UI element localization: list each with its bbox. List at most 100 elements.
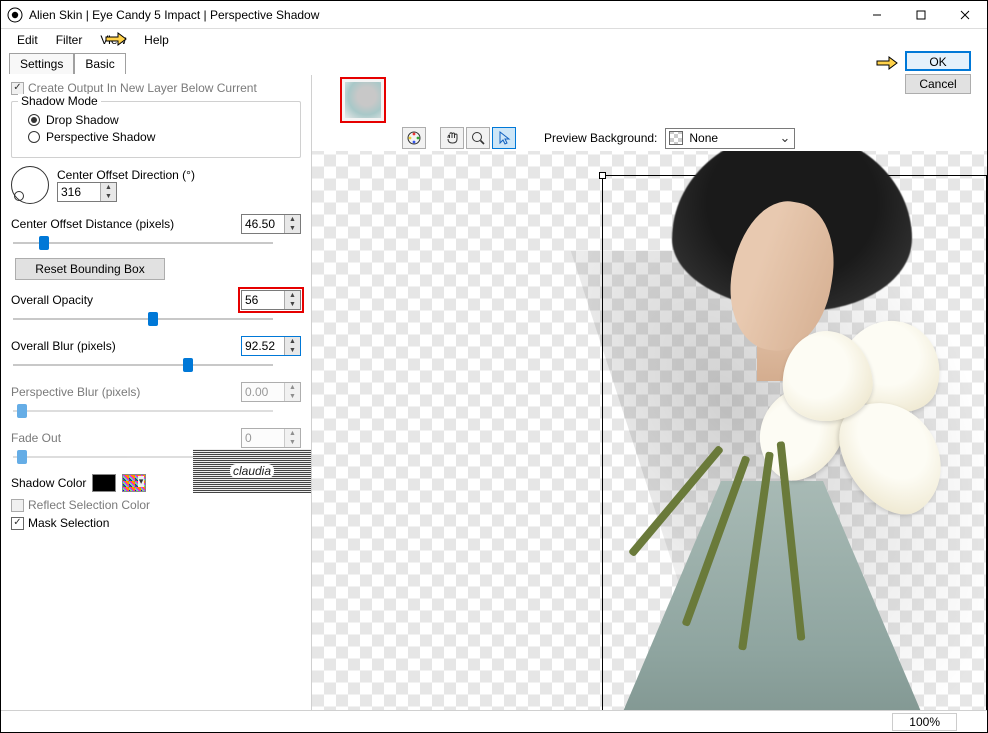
preview-bg-value: None bbox=[689, 131, 718, 145]
reflect-selection-label: Reflect Selection Color bbox=[28, 498, 150, 512]
zoom-tool-button[interactable] bbox=[466, 127, 490, 149]
radio-dot-icon bbox=[28, 131, 40, 143]
center-offset-dist-spinner[interactable]: ▲▼ bbox=[241, 214, 301, 234]
center-offset-dist-slider[interactable] bbox=[13, 236, 273, 250]
reset-bounding-box-button[interactable]: Reset Bounding Box bbox=[15, 258, 165, 280]
spin-down-icon[interactable]: ▼ bbox=[285, 300, 300, 309]
shadow-color-swatch[interactable] bbox=[92, 474, 116, 492]
radio-perspective-shadow[interactable]: Perspective Shadow bbox=[28, 130, 290, 144]
watermark: claudia bbox=[193, 449, 311, 493]
app-window: Alien Skin | Eye Candy 5 Impact | Perspe… bbox=[0, 0, 988, 733]
minimize-button[interactable] bbox=[855, 1, 899, 28]
spin-down-icon: ▼ bbox=[285, 392, 300, 401]
create-output-row: Create Output In New Layer Below Current bbox=[11, 81, 301, 95]
preview-image bbox=[612, 151, 987, 710]
overall-opacity: Overall Opacity ▲▼ bbox=[11, 290, 301, 310]
ok-button-label: OK bbox=[929, 55, 946, 69]
pointer-tool-button[interactable] bbox=[492, 127, 516, 149]
spin-down-icon[interactable]: ▼ bbox=[285, 224, 300, 233]
tutorial-pointer-icon bbox=[104, 27, 128, 47]
app-icon bbox=[7, 7, 23, 23]
perspective-blur-input bbox=[242, 383, 284, 401]
menubar: Edit Filter View Help bbox=[1, 29, 987, 51]
statusbar: 100% bbox=[1, 710, 987, 732]
shadow-color-picker[interactable] bbox=[122, 474, 146, 492]
overall-opacity-spinner[interactable]: ▲▼ bbox=[241, 290, 301, 310]
direction-knob[interactable] bbox=[11, 166, 49, 204]
window-controls bbox=[855, 1, 987, 28]
overall-blur: Overall Blur (pixels) ▲▼ bbox=[11, 336, 301, 356]
create-output-label: Create Output In New Layer Below Current bbox=[28, 81, 257, 95]
perspective-blur-label: Perspective Blur (pixels) bbox=[11, 385, 140, 399]
overall-blur-input[interactable] bbox=[242, 337, 284, 355]
spin-up-icon[interactable]: ▲ bbox=[285, 337, 300, 346]
maximize-button[interactable] bbox=[899, 1, 943, 28]
transparency-swatch-icon bbox=[669, 131, 683, 145]
preview-area: Preview Background: None bbox=[311, 75, 987, 710]
ok-button[interactable]: OK bbox=[905, 51, 971, 71]
perspective-blur-spinner: ▲▼ bbox=[241, 382, 301, 402]
overall-blur-label: Overall Blur (pixels) bbox=[11, 339, 116, 353]
preview-toolbar: Preview Background: None bbox=[312, 125, 987, 151]
preview-bg-label: Preview Background: bbox=[544, 131, 657, 145]
center-offset-dir-label: Center Offset Direction (°) bbox=[57, 168, 195, 182]
center-offset-distance: Center Offset Distance (pixels) ▲▼ bbox=[11, 214, 301, 234]
tab-settings[interactable]: Settings bbox=[9, 53, 74, 74]
close-button[interactable] bbox=[943, 1, 987, 28]
overall-blur-spinner[interactable]: ▲▼ bbox=[241, 336, 301, 356]
mask-selection-label: Mask Selection bbox=[28, 516, 109, 530]
center-offset-direction: Center Offset Direction (°) ▲▼ bbox=[11, 166, 301, 204]
preview-canvas[interactable] bbox=[312, 151, 987, 710]
fade-out-input bbox=[242, 429, 284, 447]
tab-basic[interactable]: Basic bbox=[74, 53, 125, 74]
center-offset-dist-input[interactable] bbox=[242, 215, 284, 233]
spin-up-icon: ▲ bbox=[285, 429, 300, 438]
spin-up-icon[interactable]: ▲ bbox=[285, 215, 300, 224]
shadow-mode-legend: Shadow Mode bbox=[18, 94, 101, 108]
perspective-blur: Perspective Blur (pixels) ▲▼ bbox=[11, 382, 301, 402]
radio-drop-shadow[interactable]: Drop Shadow bbox=[28, 113, 290, 127]
radio-drop-label: Drop Shadow bbox=[46, 113, 119, 127]
watermark-text: claudia bbox=[230, 464, 274, 478]
overall-blur-slider[interactable] bbox=[13, 358, 273, 372]
spin-up-icon[interactable]: ▲ bbox=[285, 291, 300, 300]
perspective-blur-slider bbox=[13, 404, 273, 418]
reflect-selection-checkbox bbox=[11, 499, 24, 512]
overall-opacity-label: Overall Opacity bbox=[11, 293, 93, 307]
zoom-level[interactable]: 100% bbox=[892, 713, 957, 731]
reflect-selection-color-row: Reflect Selection Color bbox=[11, 498, 301, 512]
mask-selection-row[interactable]: Mask Selection bbox=[11, 516, 301, 530]
tutorial-pointer-icon bbox=[875, 51, 899, 71]
preview-bg-select[interactable]: None bbox=[665, 128, 795, 149]
center-offset-dir-spinner[interactable]: ▲▼ bbox=[57, 182, 117, 202]
fade-out-spinner: ▲▼ bbox=[241, 428, 301, 448]
center-offset-dir-input[interactable] bbox=[58, 183, 100, 201]
titlebar: Alien Skin | Eye Candy 5 Impact | Perspe… bbox=[1, 1, 987, 29]
fade-out: Fade Out ▲▼ bbox=[11, 428, 301, 448]
fade-out-label: Fade Out bbox=[11, 431, 61, 445]
settings-panel: Create Output In New Layer Below Current… bbox=[1, 75, 311, 710]
menu-help[interactable]: Help bbox=[136, 31, 177, 49]
hand-tool-button[interactable] bbox=[440, 127, 464, 149]
radio-dot-icon bbox=[28, 114, 40, 126]
spin-up-icon: ▲ bbox=[285, 383, 300, 392]
spin-up-icon[interactable]: ▲ bbox=[101, 183, 116, 192]
overall-opacity-slider[interactable] bbox=[13, 312, 273, 326]
shadow-mode-group: Shadow Mode Drop Shadow Perspective Shad… bbox=[11, 101, 301, 158]
preset-thumbnail[interactable] bbox=[340, 77, 386, 123]
spin-down-icon: ▼ bbox=[285, 438, 300, 447]
center-offset-dist-label: Center Offset Distance (pixels) bbox=[11, 217, 174, 231]
preset-strip bbox=[312, 75, 987, 125]
overall-opacity-input[interactable] bbox=[242, 291, 284, 309]
selection-handle[interactable] bbox=[599, 172, 606, 179]
menu-edit[interactable]: Edit bbox=[9, 31, 46, 49]
shadow-color-label: Shadow Color bbox=[11, 476, 86, 490]
spin-down-icon[interactable]: ▼ bbox=[101, 192, 116, 201]
spin-down-icon[interactable]: ▼ bbox=[285, 346, 300, 355]
tab-row: Settings Basic OK Cancel bbox=[1, 51, 987, 75]
window-title: Alien Skin | Eye Candy 5 Impact | Perspe… bbox=[29, 8, 855, 22]
color-wheel-button[interactable] bbox=[402, 127, 426, 149]
mask-selection-checkbox[interactable] bbox=[11, 517, 24, 530]
radio-persp-label: Perspective Shadow bbox=[46, 130, 155, 144]
menu-filter[interactable]: Filter bbox=[48, 31, 91, 49]
